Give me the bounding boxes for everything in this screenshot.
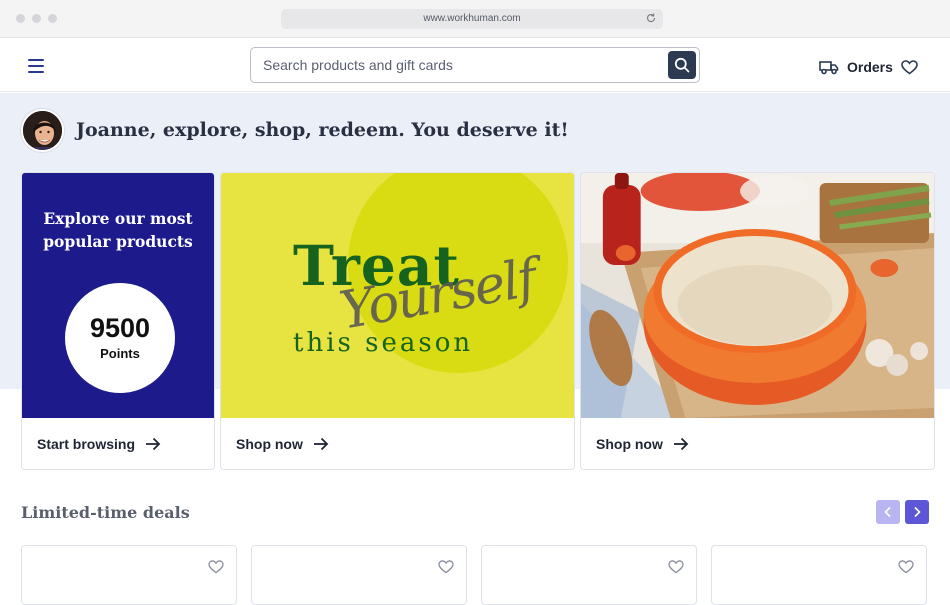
- url-text: www.workhuman.com: [423, 13, 521, 24]
- shop-now-button[interactable]: Shop now: [221, 418, 574, 469]
- treat-yourself-card[interactable]: Treat Yourself this season Shop now: [220, 172, 575, 470]
- deals-prev-button[interactable]: [876, 500, 900, 524]
- heart-icon[interactable]: [438, 560, 454, 574]
- window-minimize-button[interactable]: [32, 14, 41, 23]
- deal-card[interactable]: [21, 545, 237, 605]
- chevron-left-icon: [884, 506, 891, 518]
- cta-label: Shop now: [236, 436, 303, 452]
- address-bar[interactable]: www.workhuman.com: [281, 9, 663, 29]
- site-header: Orders: [0, 39, 950, 92]
- avatar[interactable]: [21, 109, 64, 152]
- start-browsing-button[interactable]: Start browsing: [22, 418, 214, 469]
- cookware-card[interactable]: Shop now: [580, 172, 935, 470]
- truck-icon: [819, 61, 839, 75]
- points-label: Points: [100, 346, 140, 361]
- cookware-photo: [581, 173, 934, 418]
- shop-now-button[interactable]: Shop now: [581, 418, 934, 469]
- cta-label: Start browsing: [37, 436, 136, 452]
- window-close-button[interactable]: [16, 14, 25, 23]
- arrow-right-icon: [313, 437, 329, 451]
- points-badge: 9500 Points: [65, 283, 175, 393]
- greeting-heading: Joanne, explore, shop, redeem. You deser…: [76, 119, 569, 141]
- refresh-icon[interactable]: [645, 12, 657, 24]
- search-button[interactable]: [668, 51, 696, 79]
- points-promo-panel: Explore our most popular products 9500 P…: [22, 173, 214, 418]
- arrow-right-icon: [673, 437, 689, 451]
- chevron-right-icon: [914, 506, 921, 518]
- heart-icon[interactable]: [208, 560, 224, 574]
- heart-icon[interactable]: [668, 560, 684, 574]
- points-card[interactable]: Explore our most popular products 9500 P…: [21, 172, 215, 470]
- treat-yourself-banner: Treat Yourself this season: [221, 173, 574, 418]
- menu-icon[interactable]: [28, 59, 44, 73]
- deal-card[interactable]: [251, 545, 467, 605]
- deals-next-button[interactable]: [905, 500, 929, 524]
- points-value: 9500: [89, 313, 151, 343]
- heart-icon[interactable]: [898, 560, 914, 574]
- deal-card[interactable]: [481, 545, 697, 605]
- deal-card[interactable]: [711, 545, 927, 605]
- search-bar: [250, 47, 700, 83]
- orders-label: Orders: [847, 59, 893, 75]
- window-maximize-button[interactable]: [48, 14, 57, 23]
- window-controls: [16, 14, 57, 23]
- promo-title: Explore our most popular products: [43, 209, 193, 251]
- orders-link[interactable]: Orders: [819, 59, 893, 75]
- heart-icon[interactable]: [901, 60, 918, 75]
- treat-subline: this season: [293, 328, 474, 358]
- search-input[interactable]: [263, 48, 663, 82]
- cta-label: Shop now: [596, 436, 663, 452]
- arrow-right-icon: [146, 437, 161, 451]
- deals-section-title: Limited-time deals: [21, 503, 190, 522]
- search-icon: [674, 57, 690, 73]
- browser-chrome: www.workhuman.com: [0, 0, 950, 38]
